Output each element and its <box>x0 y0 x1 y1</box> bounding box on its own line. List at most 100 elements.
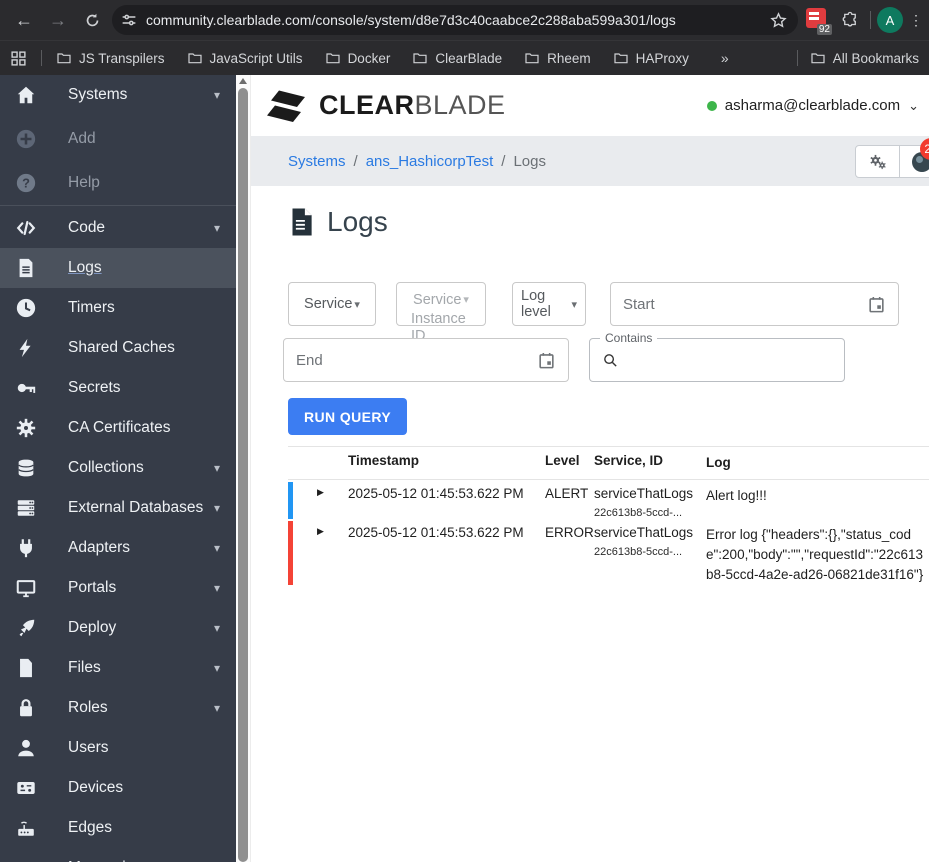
scrollbar-thumb[interactable] <box>238 88 248 862</box>
expand-row-icon[interactable]: ▶ <box>317 487 324 519</box>
address-bar[interactable]: community.clearblade.com/console/system/… <box>112 5 798 35</box>
app-header: CLEARBLADE asharma@clearblade.com ⌄ <box>251 75 929 136</box>
clearblade-logo-icon <box>267 89 305 122</box>
caret-down-icon: ▾ <box>213 621 220 635</box>
sidebar-item-label: Portals <box>68 579 117 596</box>
start-date-field[interactable] <box>610 282 899 326</box>
sidebar-item-label: Logs <box>68 259 102 276</box>
end-date-input[interactable] <box>296 351 537 369</box>
sidebar-item-add: Add <box>0 119 236 159</box>
sidebar-item-collections[interactable]: Collections ▾ <box>0 448 236 488</box>
all-bookmarks-button[interactable]: All Bookmarks <box>810 50 919 66</box>
sidebar-item-secrets[interactable]: Secrets <box>0 368 236 408</box>
log-timestamp: 2025-05-12 01:45:53.622 PM <box>348 525 524 540</box>
log-level-filter-button[interactable]: Log level ▾ <box>512 282 586 326</box>
log-service: serviceThatLogs 22c613b8-5ccd-... <box>594 521 706 585</box>
bookmark-star-icon[interactable] <box>769 11 788 30</box>
calendar-icon[interactable] <box>867 295 886 314</box>
bookmarks-bar: JS Transpilers JavaScript Utils Docker Clea… <box>0 40 929 75</box>
puzzle-icon <box>842 11 856 27</box>
page-title: Logs <box>288 206 929 238</box>
sidebar-item-label: Files <box>68 659 101 676</box>
sidebar-item-messaging[interactable]: Messaging <box>0 848 236 862</box>
bookmarks-overflow-button[interactable]: » <box>721 50 729 66</box>
log-service-id: 22c613b8-5ccd-... <box>594 546 683 558</box>
bookmark-item[interactable]: ClearBlade <box>412 50 502 66</box>
breadcrumb-link[interactable]: Systems <box>288 153 346 170</box>
apps-grid-icon[interactable] <box>10 50 27 67</box>
forward-button[interactable]: → <box>44 6 72 34</box>
caret-down-icon: ▾ <box>213 541 220 555</box>
sidebar-item-systems[interactable]: Systems ▾ <box>0 75 236 115</box>
monitor-icon <box>14 576 38 600</box>
lock-icon <box>14 696 38 720</box>
log-message: Alert log!!! <box>706 488 767 503</box>
caret-down-icon: ▾ <box>213 221 220 235</box>
sidebar-item-timers[interactable]: Timers <box>0 288 236 328</box>
bookmark-item[interactable]: HAProxy <box>613 50 689 66</box>
end-date-field[interactable] <box>283 338 569 382</box>
bookmark-item[interactable]: Docker <box>325 50 390 66</box>
sidebar-item-logs[interactable]: Logs <box>0 248 236 288</box>
browser-toolbar: ← → community.clearblade.com/console/sys… <box>0 0 929 40</box>
expand-row-icon[interactable]: ▶ <box>317 526 324 585</box>
sidebar-item-files[interactable]: Files ▾ <box>0 648 236 688</box>
site-settings-icon[interactable] <box>120 11 138 29</box>
contains-field[interactable]: Contains <box>589 331 845 382</box>
breadcrumb-current: Logs <box>513 152 546 170</box>
run-query-button[interactable]: RUN QUERY <box>288 398 408 435</box>
folder-icon <box>614 53 628 64</box>
bookmark-item[interactable]: JS Transpilers <box>56 50 165 66</box>
sidebar-item-portals[interactable]: Portals ▾ <box>0 568 236 608</box>
reload-button[interactable] <box>78 6 106 34</box>
calendar-icon[interactable] <box>537 351 556 370</box>
sidebar-item-ca-certificates[interactable]: CA Certificates <box>0 408 236 448</box>
sidebar-item-roles[interactable]: Roles ▾ <box>0 688 236 728</box>
sidebar-item-label: Devices <box>68 779 124 796</box>
bookmark-item[interactable]: Rheem <box>524 50 591 66</box>
reload-icon <box>86 13 98 26</box>
sidebar-item-shared-caches[interactable]: Shared Caches <box>0 328 236 368</box>
browser-menu-button[interactable]: ⋮⋮ <box>909 12 919 29</box>
bookmarks-list: JS Transpilers JavaScript Utils Docker Clea… <box>56 50 689 66</box>
account-menu[interactable]: asharma@clearblade.com ⌄ <box>706 97 919 114</box>
sidebar-item-deploy[interactable]: Deploy ▾ <box>0 608 236 648</box>
back-button[interactable]: ← <box>10 6 38 34</box>
folder-icon <box>811 53 825 64</box>
sidebar-item-external-databases[interactable]: External Databases ▾ <box>0 488 236 528</box>
breadcrumb-link[interactable]: ans_HashicorpTest <box>366 153 494 170</box>
sidebar-item-edges[interactable]: Edges <box>0 808 236 848</box>
contains-label: Contains <box>600 331 658 345</box>
logs-icon <box>14 256 38 280</box>
toolbar-divider <box>870 11 871 29</box>
online-status-dot <box>706 100 717 111</box>
device-icon <box>14 776 38 800</box>
scroll-up-arrow[interactable] <box>239 78 247 84</box>
sidebar-scrollbar[interactable] <box>236 75 251 862</box>
start-date-input[interactable] <box>623 295 867 313</box>
search-icon <box>604 353 617 367</box>
folder-icon <box>325 53 340 64</box>
log-service-id: 22c613b8-5ccd-... <box>594 507 683 519</box>
caret-down-icon: ▾ <box>213 701 220 715</box>
service-filter-button[interactable]: Service ▾ <box>288 282 376 326</box>
clearblade-logo: CLEARBLADE <box>265 85 506 127</box>
folder-icon <box>57 53 71 64</box>
notifications-button[interactable]: 24 <box>900 138 929 178</box>
circle-icon <box>14 856 38 862</box>
log-service: serviceThatLogs 22c613b8-5ccd-... <box>594 482 706 519</box>
extension-button[interactable]: 92 <box>804 7 832 35</box>
rocket-icon <box>14 616 38 640</box>
caret-down-icon: ▾ <box>213 661 220 675</box>
settings-button[interactable] <box>855 145 900 178</box>
sidebar-item-code[interactable]: Code ▾ <box>0 208 236 248</box>
sidebar-item-adapters[interactable]: Adapters ▾ <box>0 528 236 568</box>
sidebar-item-users[interactable]: Users <box>0 728 236 768</box>
browser-avatar[interactable]: A <box>877 7 903 33</box>
contains-input[interactable] <box>627 351 832 369</box>
log-timestamp: 2025-05-12 01:45:53.622 PM <box>348 486 524 501</box>
bookmark-item[interactable]: JavaScript Utils <box>187 50 303 66</box>
svg-text:?: ? <box>22 176 30 191</box>
extensions-menu-button[interactable] <box>836 6 864 34</box>
sidebar-item-devices[interactable]: Devices <box>0 768 236 808</box>
